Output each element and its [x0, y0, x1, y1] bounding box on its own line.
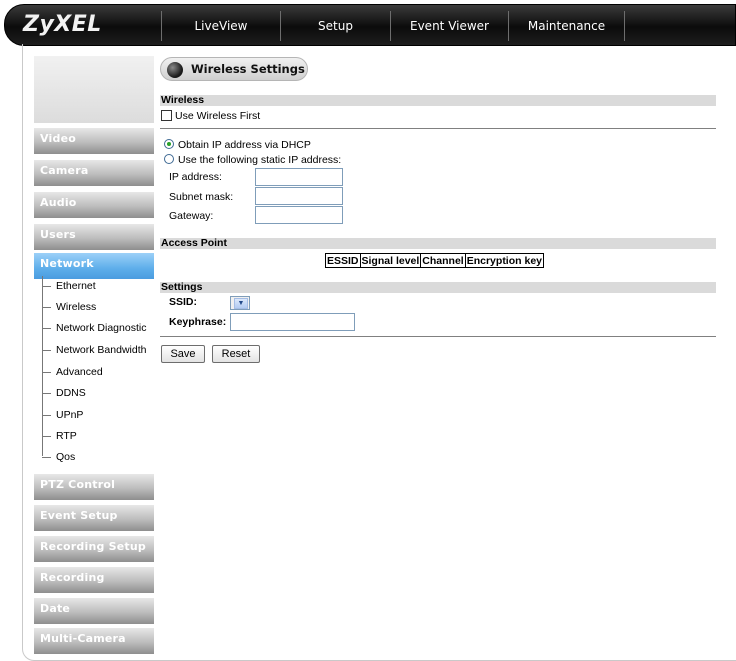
subnet-mask-input[interactable]: [255, 187, 343, 205]
use-wireless-first-checkbox[interactable]: [161, 110, 172, 121]
sidebar-item-recording-setup[interactable]: Recording Setup: [34, 536, 154, 562]
sidebar-item-audio[interactable]: Audio: [34, 192, 154, 218]
keyphrase-label: Keyphrase:: [169, 316, 227, 328]
use-wireless-first-label: Use Wireless First: [175, 110, 261, 122]
dhcp-option-label: Obtain IP address via DHCP: [178, 139, 311, 151]
sidebar-item-recording-history[interactable]: Recording History: [34, 567, 154, 606]
tab-event-viewer[interactable]: Event Viewer: [390, 11, 508, 41]
chevron-down-icon: ▼: [234, 298, 248, 309]
sidebar-item-date[interactable]: Date: [34, 598, 154, 624]
section-header-settings: Settings: [160, 282, 716, 293]
page-title-pill: Wireless Settings: [160, 57, 308, 81]
ip-address-input[interactable]: [255, 168, 343, 186]
ssid-select[interactable]: ▼: [230, 296, 250, 310]
sidebar-item-multi-camera[interactable]: Multi-Camera: [34, 628, 154, 654]
gateway-label: Gateway:: [169, 210, 214, 222]
sidebar-item-ptz-control[interactable]: PTZ Control: [34, 474, 154, 500]
col-signal-level: Signal level: [359, 253, 422, 268]
col-essid: ESSID: [325, 253, 361, 268]
tab-maintenance[interactable]: Maintenance: [508, 11, 624, 41]
top-nav-bar: ZyXEL LiveView Setup Event Viewer Mainte…: [4, 4, 736, 46]
ssid-label: SSID:: [169, 296, 198, 308]
sidebar-item-users[interactable]: Users: [34, 224, 154, 250]
subnav-qos[interactable]: Qos: [42, 450, 154, 464]
subnav-advanced[interactable]: Advanced: [42, 365, 154, 379]
page-title: Wireless Settings: [191, 62, 305, 76]
tab-empty: [624, 11, 736, 41]
use-wireless-first-row: Use Wireless First: [161, 110, 260, 122]
ip-address-label: IP address:: [169, 171, 222, 183]
sidebar-item-camera[interactable]: Camera: [34, 160, 154, 186]
main-tabs: LiveView Setup Event Viewer Maintenance: [161, 11, 736, 41]
sidebar-item-event-setup[interactable]: Event Setup: [34, 505, 154, 531]
dhcp-option-row: Obtain IP address via DHCP: [164, 139, 311, 151]
sidebar-item-video[interactable]: Video: [34, 128, 154, 154]
table-header-row: ESSID Signal level Channel Encryption ke…: [325, 253, 545, 268]
subnav-network-bandwidth[interactable]: Network Bandwidth: [42, 343, 154, 357]
zyxel-logo: ZyXEL: [23, 12, 102, 37]
col-channel: Channel: [420, 253, 466, 268]
subnet-mask-label: Subnet mask:: [169, 191, 234, 203]
access-point-table: ESSID Signal level Channel Encryption ke…: [325, 253, 545, 268]
section-header-wireless: Wireless: [160, 95, 716, 106]
sidebar-header-blank: [34, 56, 154, 123]
col-encryption-key: Encryption key: [464, 253, 545, 268]
dhcp-radio[interactable]: [164, 139, 174, 149]
tab-liveview[interactable]: LiveView: [161, 11, 280, 41]
section-header-access-point: Access Point: [160, 238, 716, 249]
save-button[interactable]: Save: [161, 345, 205, 363]
static-ip-radio[interactable]: [164, 154, 174, 164]
static-option-row: Use the following static IP address:: [164, 154, 341, 166]
subnav-ddns[interactable]: DDNS: [42, 386, 154, 400]
tab-setup[interactable]: Setup: [280, 11, 390, 41]
reset-button[interactable]: Reset: [212, 345, 260, 363]
divider: [160, 128, 716, 129]
subnav-wireless[interactable]: Wireless: [42, 300, 154, 314]
sphere-icon: [167, 62, 183, 78]
subnav-network-diagnostic[interactable]: Network Diagnostic: [42, 321, 154, 335]
keyphrase-input[interactable]: [230, 313, 355, 331]
divider: [160, 336, 716, 337]
sidebar-item-network[interactable]: Network: [34, 253, 154, 279]
subnav-ethernet[interactable]: Ethernet: [42, 279, 154, 293]
static-option-label: Use the following static IP address:: [178, 154, 342, 166]
subnav-rtp[interactable]: RTP: [42, 429, 154, 443]
gateway-input[interactable]: [255, 206, 343, 224]
subnav-upnp[interactable]: UPnP: [42, 408, 154, 422]
